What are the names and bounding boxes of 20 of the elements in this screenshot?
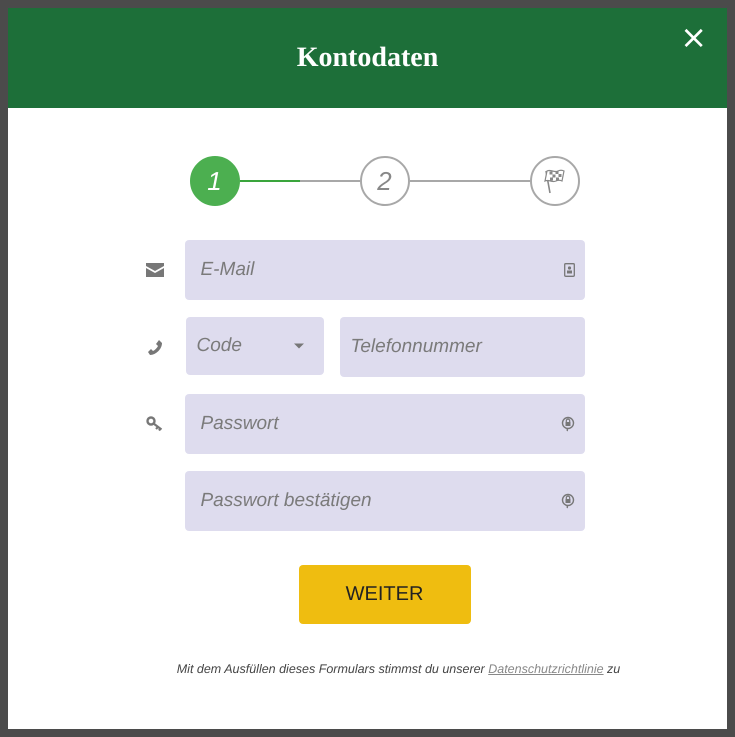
password-field[interactable]: Passwort xyxy=(184,394,584,454)
checkered-flag-icon xyxy=(542,168,566,194)
consent-text: Mit dem Ausfüllen dieses Formulars stimmst du unserer Datenschutzrichtlinie zu xyxy=(176,662,620,676)
password-reveal-icon[interactable] xyxy=(560,416,574,432)
country-code-dropdown[interactable]: Code xyxy=(186,317,324,375)
step-marker: 1 xyxy=(190,156,240,206)
confirm-password-field[interactable]: Passwort bestätigen xyxy=(184,471,584,531)
privacy-policy-link[interactable]: Datenschutzrichtlinie xyxy=(488,662,604,676)
contact-card-icon xyxy=(564,263,574,277)
close-button[interactable]: × xyxy=(680,24,707,50)
dialog-title: Kontodaten xyxy=(296,42,438,74)
next-button[interactable]: WEITER xyxy=(298,565,470,624)
phone-icon xyxy=(146,339,162,355)
password-reveal-icon[interactable] xyxy=(560,493,574,509)
email-field[interactable]: E-Mail xyxy=(184,240,584,300)
phone-number-field[interactable]: Telefonnummer xyxy=(340,317,584,377)
caret-icon xyxy=(294,344,304,348)
step-marker: 2 xyxy=(360,156,410,206)
envelope-icon xyxy=(146,263,164,277)
key-icon xyxy=(146,416,164,432)
